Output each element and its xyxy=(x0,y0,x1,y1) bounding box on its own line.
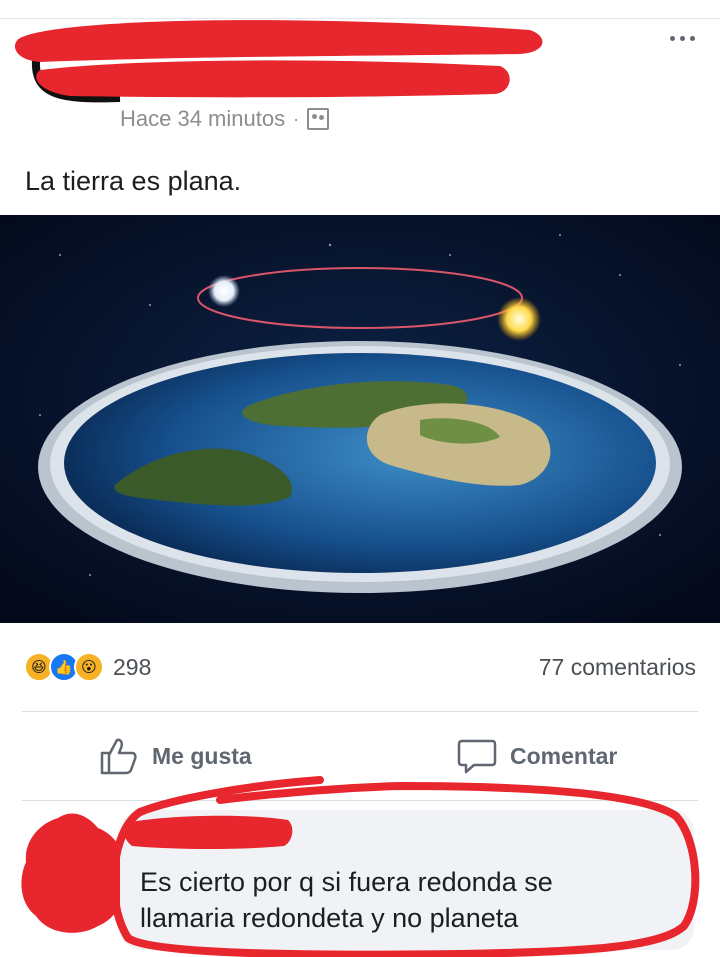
comment-line-2: llamaria redondeta y no planeta xyxy=(140,903,519,933)
comment-line-1: Es cierto por q si fuera redonda se xyxy=(140,867,553,897)
comments-count-link[interactable]: 77 comentarios xyxy=(539,654,696,681)
actions-divider xyxy=(22,800,698,801)
reaction-count: 298 xyxy=(113,653,152,680)
like-label: Me gusta xyxy=(152,742,252,769)
more-options-button[interactable] xyxy=(662,24,702,52)
post-text: La tierra es plana. xyxy=(25,166,242,196)
wow-reaction-icon: 😮 xyxy=(74,652,104,682)
comment-button[interactable]: Comentar xyxy=(456,732,617,780)
stats-divider xyxy=(22,711,698,712)
redacted-author-name xyxy=(14,20,543,103)
like-button[interactable]: Me gusta xyxy=(98,732,252,780)
meta-separator: · xyxy=(293,108,300,129)
comment-label: Comentar xyxy=(510,742,618,769)
post-header: Hace 34 minutos · xyxy=(0,0,720,150)
post-timestamp[interactable]: Hace 34 minutos xyxy=(120,106,285,132)
post-image[interactable] xyxy=(0,215,720,623)
comment-icon xyxy=(457,739,497,774)
thumbs-up-icon xyxy=(100,738,137,775)
friends-icon xyxy=(307,108,330,130)
redacted-avatar xyxy=(21,813,124,933)
comment-text: Es cierto por q si fuera redonda se llam… xyxy=(140,864,680,936)
reaction-summary[interactable]: 😆 👍 😮 298 xyxy=(24,650,151,684)
post-meta: Hace 34 minutos · xyxy=(120,106,330,132)
